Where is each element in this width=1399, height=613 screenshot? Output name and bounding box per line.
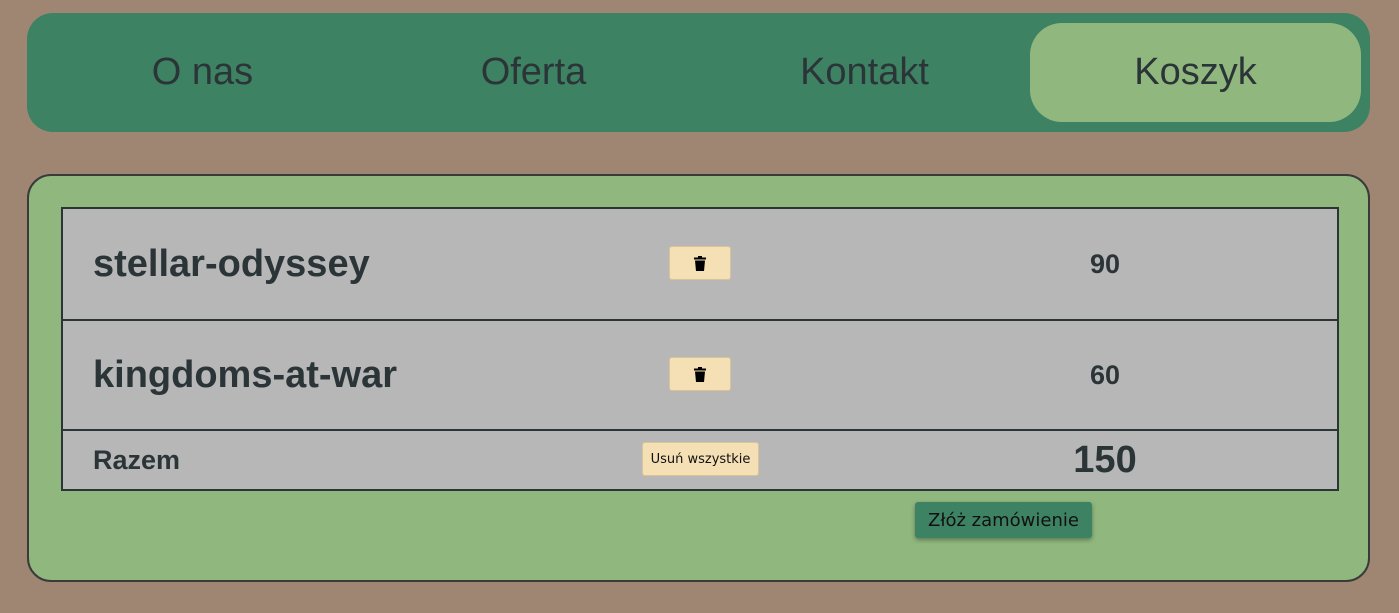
place-order-button[interactable]: Złóż zamówienie (915, 502, 1092, 538)
nav-item-o-nas[interactable]: O nas (37, 23, 368, 122)
remove-item-button[interactable] (669, 246, 731, 280)
cart-table: stellar-odyssey 90 kingdoms-at-war 60 Ra… (61, 207, 1339, 491)
remove-all-button[interactable]: Usuń wszystkie (642, 442, 759, 476)
remove-item-button[interactable] (669, 357, 731, 391)
cart-total-row: Razem Usuń wszystkie 150 (63, 429, 1337, 489)
nav-item-oferta[interactable]: Oferta (368, 23, 699, 122)
total-label: Razem (93, 444, 181, 475)
cart-item-price: 90 (1089, 248, 1121, 279)
nav-item-koszyk[interactable]: Koszyk (1030, 23, 1361, 122)
cart-row: stellar-odyssey 90 (63, 209, 1337, 319)
trash-icon (694, 255, 706, 271)
cart-item-name: kingdoms-at-war (93, 353, 398, 396)
nav-item-kontakt[interactable]: Kontakt (699, 23, 1030, 122)
trash-icon (694, 366, 706, 382)
total-value: 150 (1073, 438, 1137, 481)
cart-item-price: 60 (1089, 359, 1121, 390)
cart-row: kingdoms-at-war 60 (63, 319, 1337, 429)
main-nav: O nas Oferta Kontakt Koszyk (27, 13, 1370, 132)
cart-item-name: stellar-odyssey (93, 242, 370, 285)
cart-panel: stellar-odyssey 90 kingdoms-at-war 60 Ra… (27, 174, 1370, 582)
